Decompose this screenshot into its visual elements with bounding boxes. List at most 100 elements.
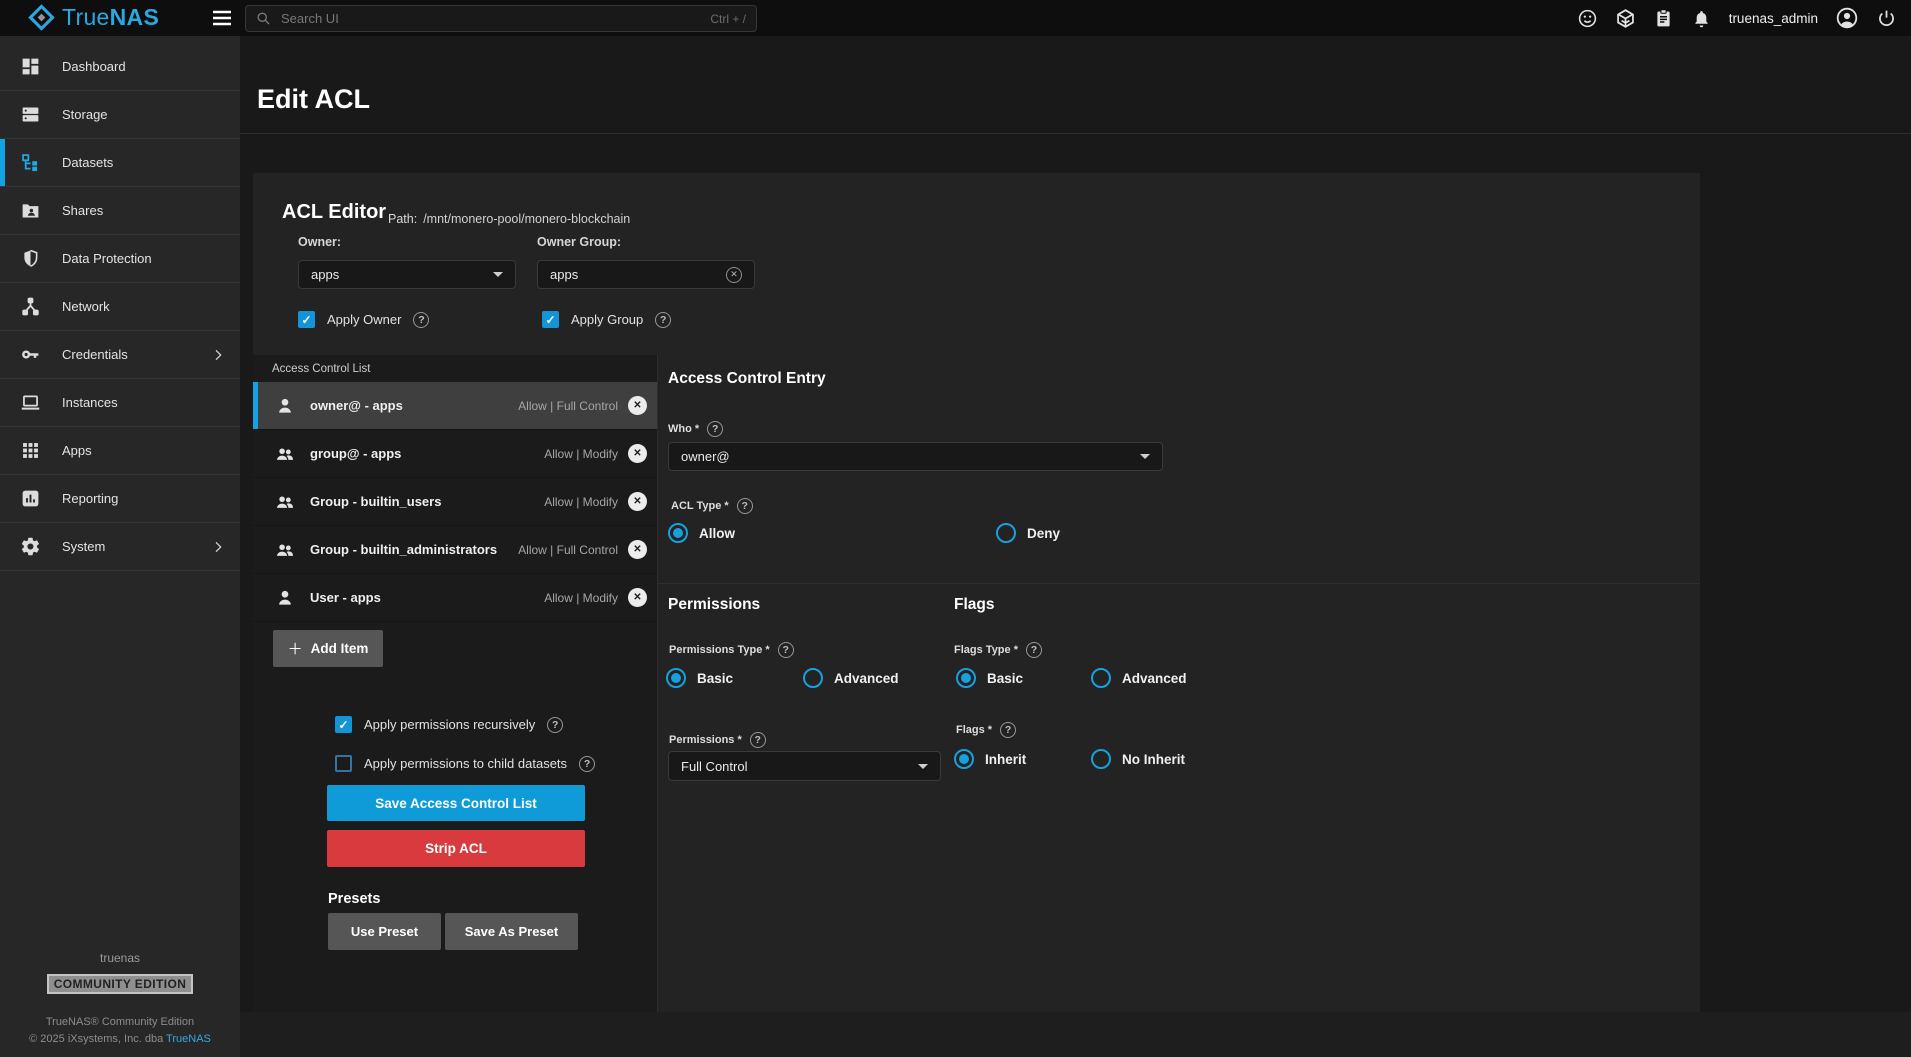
permissions-select[interactable]: Full Control bbox=[668, 751, 941, 781]
help-icon[interactable] bbox=[1026, 642, 1042, 658]
acl-entry-row[interactable]: owner@ - apps Allow | Full Control bbox=[253, 382, 657, 430]
delete-entry-icon[interactable] bbox=[628, 492, 647, 511]
sidebar-item-label: Apps bbox=[62, 443, 92, 458]
help-icon[interactable] bbox=[655, 312, 671, 328]
sidebar-item-datasets[interactable]: Datasets bbox=[0, 139, 240, 187]
acl-entry-row[interactable]: Group - builtin_administrators Allow | F… bbox=[253, 526, 657, 574]
copyright: © 2025 iXsystems, Inc. dba TrueNAS bbox=[0, 1033, 240, 1045]
flags-inherit-radio[interactable]: Inherit bbox=[954, 749, 1026, 769]
dashboard-icon bbox=[20, 56, 41, 77]
apply-group-checkbox[interactable]: Apply Group bbox=[542, 311, 671, 328]
hostname: truenas bbox=[0, 951, 240, 965]
checkbox-checked-icon bbox=[335, 716, 352, 733]
feedback-smiley-icon[interactable] bbox=[1577, 8, 1598, 29]
acl-entry-row[interactable]: group@ - apps Allow | Modify bbox=[253, 430, 657, 478]
reporting-chart-icon bbox=[20, 488, 41, 509]
sidebar-item-apps[interactable]: Apps bbox=[0, 427, 240, 475]
key-icon bbox=[20, 344, 41, 365]
menu-toggle-button[interactable] bbox=[210, 6, 234, 30]
save-acl-button[interactable]: Save Access Control List bbox=[327, 785, 585, 821]
acl-entry-row[interactable]: User - apps Allow | Modify bbox=[253, 574, 657, 622]
sidebar-item-data-protection[interactable]: Data Protection bbox=[0, 235, 240, 283]
sidebar-item-label: Reporting bbox=[62, 491, 118, 506]
logged-in-username: truenas_admin bbox=[1729, 11, 1818, 26]
sidebar-item-label: Datasets bbox=[62, 155, 113, 170]
shield-icon bbox=[20, 248, 41, 269]
acl-entry-row[interactable]: Group - builtin_users Allow | Modify bbox=[253, 478, 657, 526]
add-item-button[interactable]: Add Item bbox=[273, 630, 383, 667]
help-icon[interactable] bbox=[778, 642, 794, 658]
permissions-heading: Permissions bbox=[668, 596, 760, 614]
delete-entry-icon[interactable] bbox=[628, 540, 647, 559]
sidebar-item-dashboard[interactable]: Dashboard bbox=[0, 43, 240, 91]
owner-group-input[interactable]: apps bbox=[537, 260, 755, 289]
person-icon bbox=[275, 588, 295, 608]
who-select[interactable]: owner@ bbox=[668, 442, 1163, 471]
acl-type-deny-radio[interactable]: Deny bbox=[996, 523, 1060, 543]
owner-label: Owner: bbox=[298, 235, 341, 249]
alerts-bell-icon[interactable] bbox=[1691, 8, 1712, 29]
acl-entry-permission: Allow | Full Control bbox=[518, 543, 618, 557]
search-icon bbox=[256, 11, 271, 26]
save-as-preset-button[interactable]: Save As Preset bbox=[445, 913, 578, 950]
sidebar-item-storage[interactable]: Storage bbox=[0, 91, 240, 139]
apps-grid-icon bbox=[20, 440, 41, 461]
people-icon bbox=[275, 444, 295, 464]
strip-acl-button[interactable]: Strip ACL bbox=[327, 830, 585, 867]
bottom-bar bbox=[240, 1012, 1911, 1057]
truecommand-stack-icon[interactable] bbox=[1615, 8, 1636, 29]
truenas-logo[interactable]: TrueNAS bbox=[28, 4, 159, 31]
flags-heading: Flags bbox=[954, 596, 994, 614]
sidebar-item-network[interactable]: Network bbox=[0, 283, 240, 331]
network-icon bbox=[20, 296, 41, 317]
flags-no-inherit-radio[interactable]: No Inherit bbox=[1091, 749, 1185, 769]
help-icon[interactable] bbox=[750, 732, 766, 748]
sidebar-item-instances[interactable]: Instances bbox=[0, 379, 240, 427]
help-icon[interactable] bbox=[413, 312, 429, 328]
search-input[interactable] bbox=[279, 10, 710, 27]
sidebar-item-shares[interactable]: Shares bbox=[0, 187, 240, 235]
acl-editor-card: ACL Editor Path:/mnt/monero-pool/monero-… bbox=[253, 173, 1700, 1012]
delete-entry-icon[interactable] bbox=[628, 444, 647, 463]
people-icon bbox=[275, 540, 295, 560]
permissions-type-advanced-radio[interactable]: Advanced bbox=[803, 668, 899, 688]
acl-type-allow-radio[interactable]: Allow bbox=[668, 523, 735, 543]
help-icon[interactable] bbox=[547, 717, 563, 733]
sidebar-item-credentials[interactable]: Credentials bbox=[0, 331, 240, 379]
jobs-clipboard-icon[interactable] bbox=[1653, 8, 1674, 29]
shares-folder-icon bbox=[20, 200, 41, 221]
chevron-down-icon bbox=[1140, 454, 1150, 459]
truenas-app: TrueNAS Ctrl + / truenas_admi bbox=[0, 0, 1911, 1057]
help-icon[interactable] bbox=[579, 756, 595, 772]
sidebar-item-reporting[interactable]: Reporting bbox=[0, 475, 240, 523]
acl-entry-permission: Allow | Full Control bbox=[518, 399, 618, 413]
user-avatar-icon[interactable] bbox=[1835, 6, 1859, 30]
power-icon[interactable] bbox=[1876, 8, 1897, 29]
topbar: TrueNAS Ctrl + / truenas_admi bbox=[0, 0, 1911, 36]
apply-owner-checkbox[interactable]: Apply Owner bbox=[298, 311, 429, 328]
radio-selected-icon bbox=[668, 523, 688, 543]
main-content: Edit ACL ACL Editor Path:/mnt/monero-poo… bbox=[240, 36, 1911, 1057]
delete-entry-icon[interactable] bbox=[628, 396, 647, 415]
community-edition-badge: COMMUNITY EDITION bbox=[47, 974, 194, 994]
apply-recursively-checkbox[interactable]: Apply permissions recursively bbox=[335, 716, 563, 733]
flags-label: Flags * bbox=[956, 722, 1016, 738]
help-icon[interactable] bbox=[707, 421, 723, 437]
help-icon[interactable] bbox=[1000, 722, 1016, 738]
divider bbox=[240, 133, 1911, 134]
use-preset-button[interactable]: Use Preset bbox=[328, 913, 441, 950]
clear-icon[interactable] bbox=[726, 267, 742, 283]
sidebar-item-label: Data Protection bbox=[62, 251, 152, 266]
delete-entry-icon[interactable] bbox=[628, 588, 647, 607]
sidebar-item-system[interactable]: System bbox=[0, 523, 240, 571]
search-box[interactable]: Ctrl + / bbox=[245, 5, 757, 32]
truenas-link[interactable]: TrueNAS bbox=[166, 1033, 211, 1045]
help-icon[interactable] bbox=[737, 498, 753, 514]
owner-select[interactable]: apps bbox=[298, 260, 516, 289]
flags-type-basic-radio[interactable]: Basic bbox=[956, 668, 1023, 688]
topbar-actions: truenas_admin bbox=[1577, 0, 1897, 36]
permissions-type-basic-radio[interactable]: Basic bbox=[666, 668, 733, 688]
flags-type-advanced-radio[interactable]: Advanced bbox=[1091, 668, 1187, 688]
divider bbox=[658, 583, 1700, 584]
apply-to-children-checkbox[interactable]: Apply permissions to child datasets bbox=[335, 755, 595, 772]
